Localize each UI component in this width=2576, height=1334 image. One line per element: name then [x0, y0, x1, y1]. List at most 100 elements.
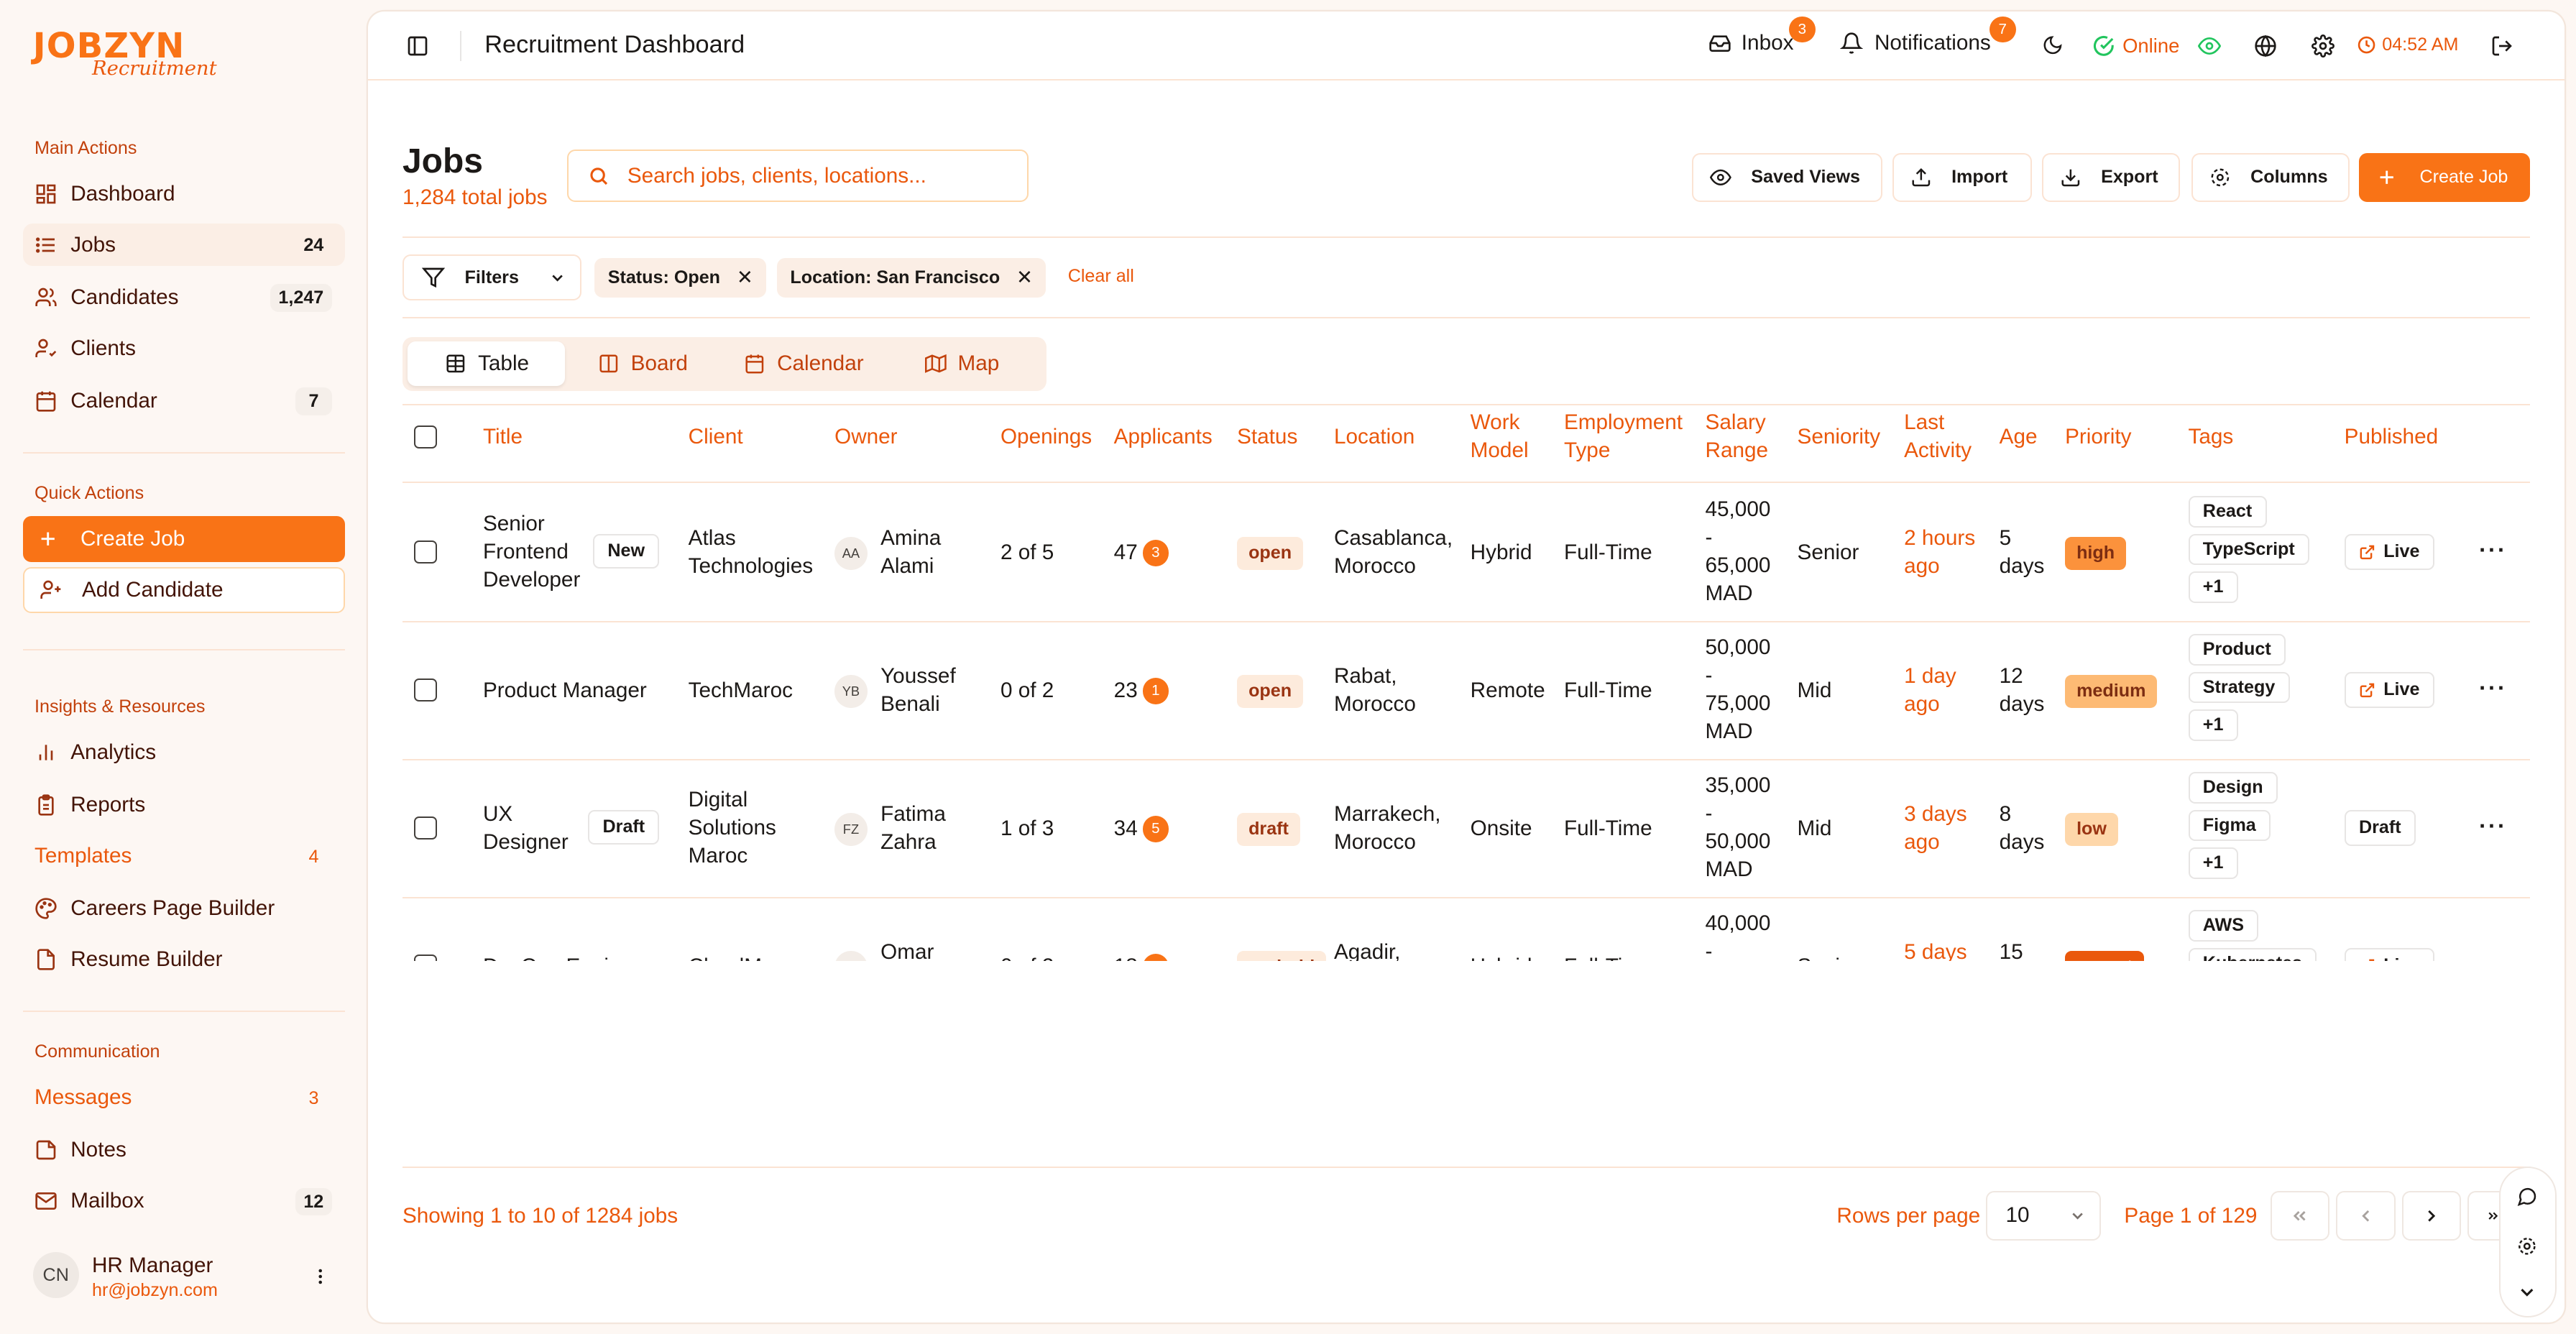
sidebar-item-mailbox[interactable]: Mailbox 12 [23, 1179, 345, 1222]
export-button[interactable]: Export [2042, 152, 2181, 203]
create-job-button[interactable]: Create Job [22, 515, 345, 562]
clear-all-link[interactable]: Clear all [1068, 266, 1134, 287]
cell-line: Atlas [688, 526, 736, 551]
chevron-down-icon[interactable] [2516, 1282, 2538, 1303]
next-page-button[interactable] [2401, 1191, 2461, 1241]
more-horizontal-icon[interactable]: ··· [2479, 537, 2507, 564]
published-badge[interactable]: Live [2344, 533, 2434, 571]
sidebar-item-candidates[interactable]: Candidates 1,247 [23, 276, 345, 318]
prev-page-button[interactable] [2336, 1191, 2396, 1241]
col-openings[interactable]: Openings [1000, 423, 1092, 451]
cell-line: 50,000 [1705, 635, 1771, 660]
sidebar-item-analytics[interactable]: Analytics [23, 731, 345, 773]
table-row[interactable]: DevOps Engineer CloudMaroc OI OmarIdrissi 0 … [402, 898, 2530, 962]
published-badge[interactable]: Live [2344, 947, 2434, 962]
divider [22, 648, 345, 651]
notifications-button[interactable]: Notifications 7 [1839, 16, 2016, 55]
more-horizontal-icon[interactable]: ··· [2479, 813, 2507, 840]
divider [402, 317, 2530, 319]
row-checkbox[interactable] [413, 678, 437, 702]
tab-table[interactable]: Table [407, 341, 566, 387]
columns-button[interactable]: Columns [2191, 152, 2350, 203]
row-checkbox[interactable] [413, 816, 437, 840]
cell-line: days [1999, 692, 2045, 717]
col-status[interactable]: Status [1237, 423, 1297, 451]
cell-line: Alami [880, 554, 934, 579]
tab-board[interactable]: Board [598, 341, 688, 386]
col-published[interactable]: Published [2345, 423, 2438, 451]
col-location[interactable]: Location [1334, 423, 1414, 451]
filters-button[interactable]: Filters [402, 254, 582, 301]
first-page-button[interactable] [2270, 1191, 2330, 1241]
applicants: 47 3 [1114, 539, 1169, 567]
filter-chip-status[interactable]: Status: Open ✕ [594, 257, 767, 298]
gear-icon[interactable] [2312, 34, 2334, 58]
rows-per-page-select[interactable]: 10 [1986, 1191, 2102, 1241]
chat-icon[interactable] [2516, 1186, 2538, 1208]
more-horizontal-icon[interactable]: ··· [2479, 951, 2507, 961]
col-seniority[interactable]: Seniority [1798, 423, 1881, 451]
col-salary-range[interactable]: Salary Range [1706, 409, 1769, 465]
globe-icon[interactable] [2254, 34, 2277, 58]
cell-line: Morocco [1333, 554, 1416, 579]
cell-line: - [1705, 663, 1713, 688]
filter-chip-location[interactable]: Location: San Francisco ✕ [777, 257, 1046, 298]
row-checkbox[interactable] [413, 540, 437, 564]
close-icon[interactable]: ✕ [737, 266, 753, 289]
table-row[interactable]: Product Manager TechMaroc YB Youssef Benali 0… [402, 622, 2530, 761]
add-candidate-button[interactable]: Add Candidate [22, 566, 345, 613]
user-profile[interactable]: CN HR Manager hr@jobzyn.com [32, 1248, 345, 1305]
upload-icon [1912, 167, 1931, 187]
cell-line: MAD [1705, 857, 1753, 881]
published-badge[interactable]: Live [2344, 671, 2434, 709]
sidebar-item-resume-builder[interactable]: Resume Builder [23, 938, 345, 980]
settings-icon[interactable] [2516, 1236, 2538, 1257]
sidebar-item-calendar[interactable]: Calendar 7 [23, 380, 345, 422]
sidebar-item-jobs[interactable]: Jobs 24 [22, 223, 345, 267]
sidebar-item-messages[interactable]: Messages 3 [23, 1076, 345, 1118]
tag-chip: Strategy [2188, 671, 2290, 704]
col-age[interactable]: Age [2000, 423, 2038, 451]
sidebar-toggle-icon[interactable] [406, 34, 429, 58]
cell-line: 3 days [1904, 802, 1967, 827]
cell-line: 45,000 [1705, 497, 1771, 522]
col-client[interactable]: Client [689, 423, 743, 451]
tab-calendar[interactable]: Calendar [744, 341, 864, 386]
table-row[interactable]: UX Designer Draft Digital Solutions Maroc FZ Fa… [402, 760, 2530, 899]
more-vertical-icon[interactable] [310, 1265, 330, 1288]
published-badge[interactable]: Draft [2344, 809, 2416, 847]
sidebar-item-templates[interactable]: Templates 4 [23, 834, 345, 877]
table-row[interactable]: Senior Frontend Developer New Atlas Technolog… [402, 484, 2530, 623]
logout-icon[interactable] [2490, 34, 2513, 58]
import-button[interactable]: Import [1892, 152, 2033, 203]
sidebar-item-reports[interactable]: Reports [23, 783, 345, 826]
clock-display: 04:52 AM [2358, 34, 2458, 55]
col-priority[interactable]: Priority [2065, 423, 2131, 451]
col-tags[interactable]: Tags [2189, 423, 2234, 451]
employment-type: Full-Time [1563, 816, 1652, 840]
eye-icon[interactable] [2198, 34, 2222, 58]
select-all-checkbox[interactable] [413, 425, 437, 448]
last-page-button[interactable] [2467, 1191, 2501, 1241]
moon-icon[interactable] [2042, 34, 2064, 56]
col-applicants[interactable]: Applicants [1114, 423, 1213, 451]
col-work-model[interactable]: Work Model [1471, 409, 1529, 465]
search-input[interactable]: Search jobs, clients, locations... [566, 149, 1029, 203]
col-title[interactable]: Title [483, 423, 523, 451]
sidebar-item-clients[interactable]: Clients [23, 327, 345, 369]
create-job-header-button[interactable]: Create Job [2359, 152, 2530, 203]
inbox-button[interactable]: Inbox 3 [1708, 16, 1816, 55]
row-checkbox[interactable] [413, 954, 437, 962]
brand-logo[interactable]: JOBZYN Recruitment [33, 28, 217, 80]
sidebar-item-notes[interactable]: Notes [23, 1128, 345, 1171]
close-icon[interactable]: ✕ [1016, 266, 1033, 289]
sidebar-item-dashboard[interactable]: Dashboard [23, 172, 345, 215]
sidebar-item-careers-page-builder[interactable]: Careers Page Builder [23, 887, 345, 929]
saved-views-button[interactable]: Saved Views [1692, 152, 1883, 203]
seniority: Senior [1797, 540, 1859, 564]
tab-map[interactable]: Map [924, 341, 999, 386]
more-horizontal-icon[interactable]: ··· [2479, 675, 2507, 702]
col-last-activity[interactable]: Last Activity [1904, 409, 1972, 465]
col-owner[interactable]: Owner [834, 423, 898, 451]
col-employment-type[interactable]: Employment Type [1564, 409, 1683, 465]
